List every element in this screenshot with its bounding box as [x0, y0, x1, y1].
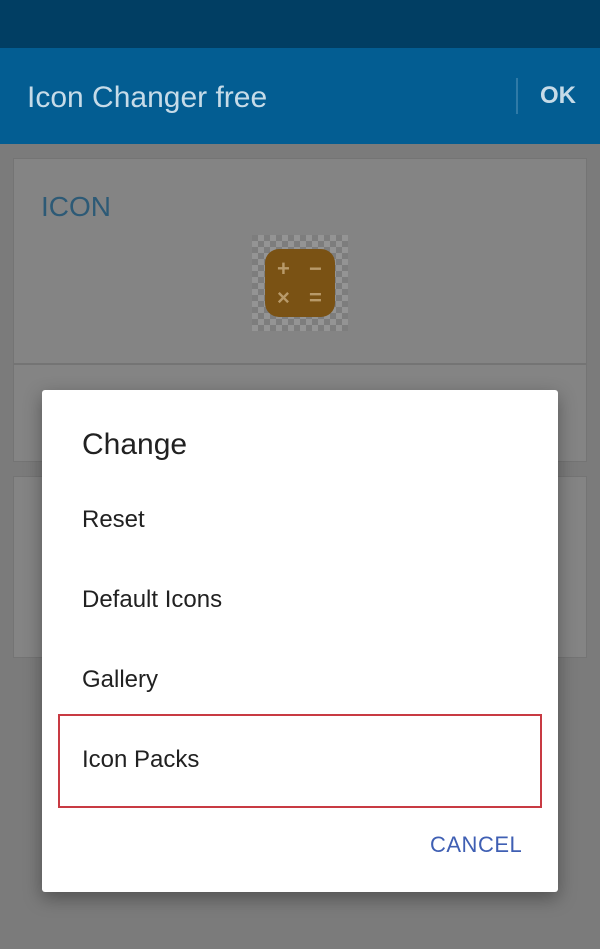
dialog-title: Change — [82, 428, 188, 461]
change-dialog: Change Reset Default Icons Gallery Icon … — [42, 390, 558, 892]
equals-symbol: = — [309, 285, 322, 310]
times-symbol: × — [277, 285, 290, 310]
cancel-button[interactable]: CANCEL — [430, 832, 522, 858]
menu-item-label: Default Icons — [82, 586, 223, 613]
menu-item-label: Gallery — [82, 666, 159, 693]
app-title: Icon Changer free — [27, 81, 268, 114]
icon-section-header: ICON — [41, 191, 111, 222]
plus-symbol: + — [277, 256, 290, 281]
app-bar: Icon Changer free OK — [0, 48, 600, 144]
minus-symbol: − — [309, 256, 322, 281]
app-bar-divider — [516, 78, 518, 114]
calculator-icon: + − × = — [265, 249, 335, 317]
icon-preview[interactable]: + − × = — [252, 235, 348, 331]
highlight-box — [58, 714, 542, 808]
ok-button[interactable]: OK — [540, 82, 576, 110]
icon-card: ICON + − × = — [13, 158, 587, 364]
menu-item-gallery[interactable]: Gallery — [42, 640, 558, 720]
status-bar — [0, 0, 600, 48]
menu-item-reset[interactable]: Reset — [42, 480, 558, 560]
menu-item-default-icons[interactable]: Default Icons — [42, 560, 558, 640]
menu-item-label: Reset — [82, 506, 145, 533]
